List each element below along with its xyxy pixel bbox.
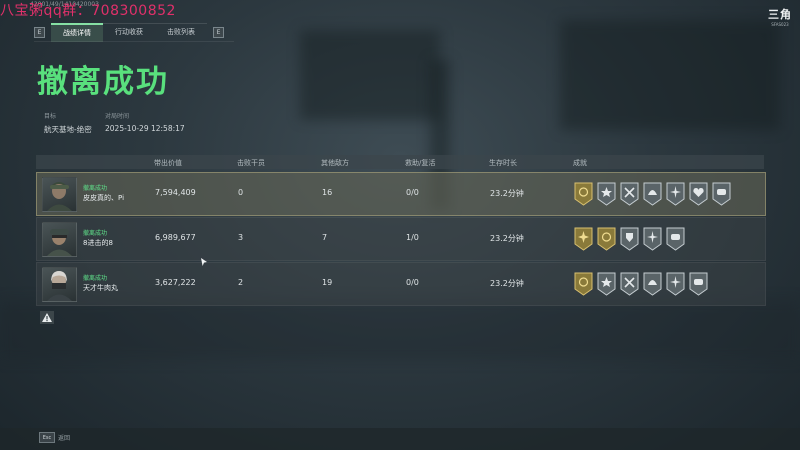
rescue-revive: 0/0 [406, 188, 419, 197]
mouse-cursor-icon [201, 258, 207, 266]
achievement-badges [574, 227, 685, 251]
shield-badge-icon[interactable] [620, 227, 639, 251]
operators-defeated: 2 [238, 278, 244, 287]
game-logo: 三角 SFAS023 [768, 6, 792, 27]
results-table-header: 带出价值 击败干员 其他敌方 救助/复活 生存时长 成就 [36, 155, 764, 169]
hand-badge-icon[interactable] [689, 272, 708, 296]
top-tab-bar: E 战绩详情 行动收获 击败列表 E [34, 23, 224, 42]
logo-subtext: SFAS023 [771, 22, 789, 27]
survival-time: 23.2分钟 [490, 189, 524, 198]
tab-divider [34, 41, 234, 42]
player-name: 皮皮真的、Pi [83, 194, 125, 202]
header-operators-defeated: 击败干员 [237, 159, 265, 167]
extract-status: 撤离成功 [83, 230, 108, 237]
gold-smile-badge-icon[interactable] [597, 227, 616, 251]
report-warning-icon[interactable] [40, 311, 54, 324]
target-label: 目标 [44, 113, 57, 120]
next-tab-key[interactable]: E [213, 27, 224, 38]
player-name: 8进击的8 [83, 239, 113, 247]
match-time-info: 对局时间 2025-10-29 12:58:17 [105, 111, 185, 133]
player-avatar [42, 267, 77, 302]
gold-sun-badge-icon[interactable] [574, 227, 593, 251]
player-avatar [42, 177, 77, 212]
header-rescue-revive: 救助/复活 [405, 159, 436, 167]
spark-badge-icon[interactable] [666, 272, 685, 296]
star-paw-badge-icon[interactable] [597, 182, 616, 206]
header-extract-value: 带出价值 [154, 159, 182, 167]
helmet-badge-icon[interactable] [643, 272, 662, 296]
achievement-badges [574, 182, 731, 206]
rescue-revive: 1/0 [406, 233, 419, 242]
player-row[interactable]: 撤离成功 8进击的8 6,989,677 3 7 1/0 23.2分钟 [36, 217, 766, 261]
hand-badge-icon[interactable] [712, 182, 731, 206]
extract-value: 7,594,409 [155, 188, 196, 197]
helmet-badge-icon[interactable] [643, 182, 662, 206]
match-time-label: 对局时间 [105, 113, 130, 120]
survival-time: 23.2分钟 [490, 234, 524, 243]
player-avatar [42, 222, 77, 257]
operators-defeated: 3 [238, 233, 244, 242]
rescue-revive: 0/0 [406, 278, 419, 287]
esc-key[interactable]: Esc [39, 432, 55, 443]
bottom-bar [0, 428, 800, 450]
target-value: 航天基地-绝密 [44, 125, 92, 134]
match-time-value: 2025-10-29 12:58:17 [105, 124, 185, 133]
operators-defeated: 0 [238, 188, 244, 197]
achievement-badges [574, 272, 708, 296]
other-enemies: 19 [322, 278, 333, 287]
wrench-badge-icon[interactable] [620, 272, 639, 296]
watermark-text: 八宝粥qq群：708300852 [0, 3, 176, 19]
header-survival-time: 生存时长 [489, 159, 517, 167]
other-enemies: 16 [322, 188, 333, 197]
tab-battle-details[interactable]: 战绩详情 [51, 23, 103, 42]
gold-smile-badge-icon[interactable] [574, 272, 593, 296]
spark-badge-icon[interactable] [666, 182, 685, 206]
hand-badge-icon[interactable] [666, 227, 685, 251]
tab-action-rewards[interactable]: 行动收获 [103, 23, 155, 41]
wrench-badge-icon[interactable] [620, 182, 639, 206]
player-row[interactable]: 撤离成功 天才牛肉丸 3,627,222 2 19 0/0 23.2分钟 [36, 262, 766, 306]
extract-status: 撤离成功 [83, 185, 108, 192]
back-button-label[interactable]: 返回 [58, 433, 70, 442]
prev-tab-key[interactable]: E [34, 27, 45, 38]
star-paw-badge-icon[interactable] [597, 272, 616, 296]
header-achievements: 成就 [573, 159, 587, 167]
survival-time: 23.2分钟 [490, 279, 524, 288]
tab-list: 战绩详情 行动收获 击败列表 [51, 23, 207, 42]
target-info: 目标 航天基地-绝密 [44, 111, 92, 135]
heart-badge-icon[interactable] [689, 182, 708, 206]
player-row[interactable]: 撤离成功 皮皮真的、Pi 7,594,409 0 16 0/0 23.2分钟 [36, 172, 766, 216]
extract-status: 撤离成功 [83, 275, 108, 282]
header-other-enemies: 其他敌方 [321, 159, 349, 167]
extract-value: 3,627,222 [155, 278, 196, 287]
page-title: 撤离成功 [37, 64, 169, 100]
gold-smile-badge-icon[interactable] [574, 182, 593, 206]
extract-value: 6,989,677 [155, 233, 196, 242]
other-enemies: 7 [322, 233, 328, 242]
tab-defeat-list[interactable]: 击败列表 [155, 23, 207, 41]
spark-badge-icon[interactable] [643, 227, 662, 251]
logo-text: 三角 [768, 8, 792, 21]
player-name: 天才牛肉丸 [83, 284, 118, 292]
